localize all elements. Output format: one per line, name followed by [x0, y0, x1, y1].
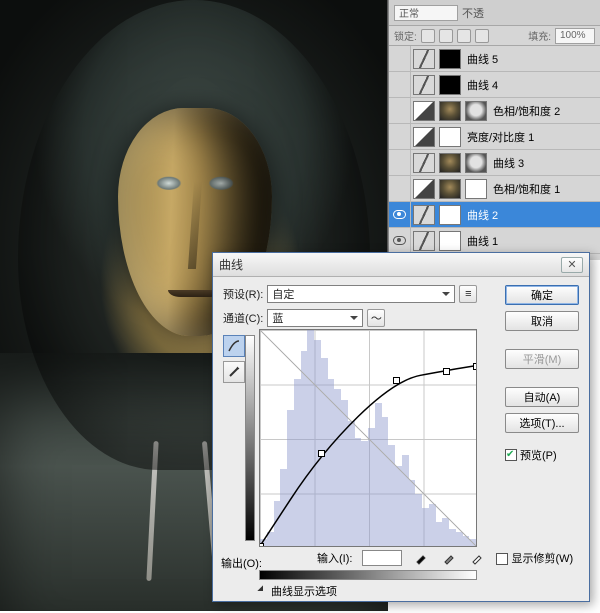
photo-nose — [188, 181, 202, 269]
visibility-toggle[interactable] — [389, 72, 411, 97]
curve-control-point[interactable] — [318, 450, 325, 457]
curve-line — [260, 330, 476, 546]
curves-adjustment-icon — [413, 153, 435, 173]
adjustment-icon — [413, 127, 435, 147]
preview-checkbox[interactable]: 预览(P) — [505, 447, 579, 463]
preset-select[interactable]: 自定 — [267, 285, 455, 303]
curves-graph-area: 输出(O): — [259, 329, 481, 565]
layer-name[interactable]: 色相/饱和度 2 — [493, 103, 560, 119]
layers-lock-row: 锁定: 填充: 100% — [389, 26, 600, 46]
dialog-titlebar[interactable]: 曲线 ✕ — [213, 253, 589, 277]
curve-display-options-label: 曲线显示选项 — [271, 583, 337, 599]
curves-adjustment-icon — [413, 75, 435, 95]
layer-mask-thumb[interactable] — [465, 153, 487, 173]
curves-adjustment-icon — [413, 205, 435, 225]
visibility-toggle[interactable] — [389, 46, 411, 71]
layer-thumb — [439, 153, 461, 173]
layer-row[interactable]: 色相/饱和度 1 — [389, 176, 600, 202]
adjustment-icon — [413, 101, 435, 121]
auto-button[interactable]: 自动(A) — [505, 387, 579, 407]
preset-label: 预设(R): — [223, 286, 263, 302]
layer-mask-thumb[interactable] — [465, 179, 487, 199]
layer-thumb — [439, 179, 461, 199]
layer-mask-thumb[interactable] — [439, 231, 461, 251]
lock-label: 锁定: — [394, 28, 417, 43]
lock-transparency-icon[interactable] — [421, 29, 435, 43]
preset-menu-icon[interactable]: ≡ — [459, 285, 477, 303]
cancel-button[interactable]: 取消 — [505, 311, 579, 331]
output-label: 输出(O): — [221, 555, 262, 571]
layer-row[interactable]: 亮度/对比度 1 — [389, 124, 600, 150]
opacity-label: 不透 — [462, 5, 484, 21]
curves-dialog: 曲线 ✕ 预设(R): 自定 ≡ 通道(C): 蓝 〜 — [212, 252, 590, 602]
chevron-right-icon — [257, 585, 268, 596]
visibility-toggle[interactable] — [389, 176, 411, 201]
curve-control-point[interactable] — [443, 368, 450, 375]
layer-name[interactable]: 曲线 3 — [493, 155, 524, 171]
layer-row[interactable]: 曲线 5 — [389, 46, 600, 72]
layers-list[interactable]: 曲线 5 曲线 4 色相/饱和度 2 亮度/对比度 1 曲线 3 色相/饱和度 1 曲线 2… — [389, 46, 600, 260]
visibility-toggle[interactable] — [389, 124, 411, 149]
lock-pixels-icon[interactable] — [439, 29, 453, 43]
visibility-toggle[interactable] — [389, 150, 411, 175]
layer-name[interactable]: 曲线 2 — [467, 207, 498, 223]
layer-mask-thumb[interactable] — [439, 75, 461, 95]
show-clipping-checkbox[interactable]: 显示修剪(W) — [496, 550, 573, 566]
curve-control-point[interactable] — [393, 377, 400, 384]
layers-panel-options: 正常 不透 — [389, 0, 600, 26]
curves-adjustment-icon — [413, 231, 435, 251]
layer-mask-thumb[interactable] — [439, 205, 461, 225]
visibility-toggle[interactable] — [389, 98, 411, 123]
layer-mask-thumb[interactable] — [439, 127, 461, 147]
adjustment-icon — [413, 179, 435, 199]
layer-row[interactable]: 曲线 1 — [389, 228, 600, 254]
curve-display-options-toggle[interactable]: 曲线显示选项 — [259, 583, 337, 599]
eye-icon — [393, 236, 406, 245]
layer-name[interactable]: 色相/饱和度 1 — [493, 181, 560, 197]
white-point-eyedropper-icon[interactable] — [468, 549, 486, 567]
close-icon[interactable]: ✕ — [561, 257, 583, 273]
dialog-title: 曲线 — [219, 256, 243, 273]
fill-value[interactable]: 100% — [555, 28, 595, 44]
layer-thumb — [439, 101, 461, 121]
layer-mask-thumb[interactable] — [465, 101, 487, 121]
blend-mode-select[interactable]: 正常 — [394, 5, 458, 21]
eye-icon — [393, 210, 406, 219]
layers-panel: 正常 不透 锁定: 填充: 100% 曲线 5 曲线 4 色相/饱和度 2 亮度/对比… — [388, 0, 600, 260]
input-value[interactable] — [362, 550, 402, 566]
layer-row[interactable]: 曲线 4 — [389, 72, 600, 98]
layer-name[interactable]: 曲线 5 — [467, 51, 498, 67]
curve-control-point[interactable] — [259, 543, 264, 547]
options-button[interactable]: 选项(T)... — [505, 413, 579, 433]
layer-name[interactable]: 曲线 1 — [467, 233, 498, 249]
channel-select[interactable]: 蓝 — [267, 309, 363, 327]
visibility-toggle[interactable] — [389, 228, 411, 253]
visibility-toggle[interactable] — [389, 202, 411, 227]
black-point-eyedropper-icon[interactable] — [412, 549, 430, 567]
input-label: 输入(I): — [317, 550, 352, 566]
smooth-button[interactable]: 平滑(M) — [505, 349, 579, 369]
input-gradient — [259, 570, 477, 580]
curve-point-tool[interactable] — [223, 335, 245, 357]
eyedropper-row: 输入(I): 显示修剪(W) — [317, 549, 573, 567]
layer-row[interactable]: 曲线 3 — [389, 150, 600, 176]
curve-draw-tool[interactable] — [223, 361, 245, 383]
channel-auto-icon[interactable]: 〜 — [367, 309, 385, 327]
layer-name[interactable]: 曲线 4 — [467, 77, 498, 93]
layer-row[interactable]: 曲线 2 — [389, 202, 600, 228]
curve-control-point[interactable] — [473, 363, 477, 370]
gray-point-eyedropper-icon[interactable] — [440, 549, 458, 567]
dialog-button-column: 确定 取消 平滑(M) 自动(A) 选项(T)... 预览(P) — [505, 285, 579, 463]
lock-position-icon[interactable] — [457, 29, 471, 43]
lock-all-icon[interactable] — [475, 29, 489, 43]
layer-row[interactable]: 色相/饱和度 2 — [389, 98, 600, 124]
channel-label: 通道(C): — [223, 310, 263, 326]
fill-label: 填充: — [528, 28, 551, 43]
ok-button[interactable]: 确定 — [505, 285, 579, 305]
curves-adjustment-icon — [413, 49, 435, 69]
output-gradient — [245, 335, 255, 541]
curves-graph[interactable] — [259, 329, 477, 547]
layer-mask-thumb[interactable] — [439, 49, 461, 69]
layer-name[interactable]: 亮度/对比度 1 — [467, 129, 534, 145]
